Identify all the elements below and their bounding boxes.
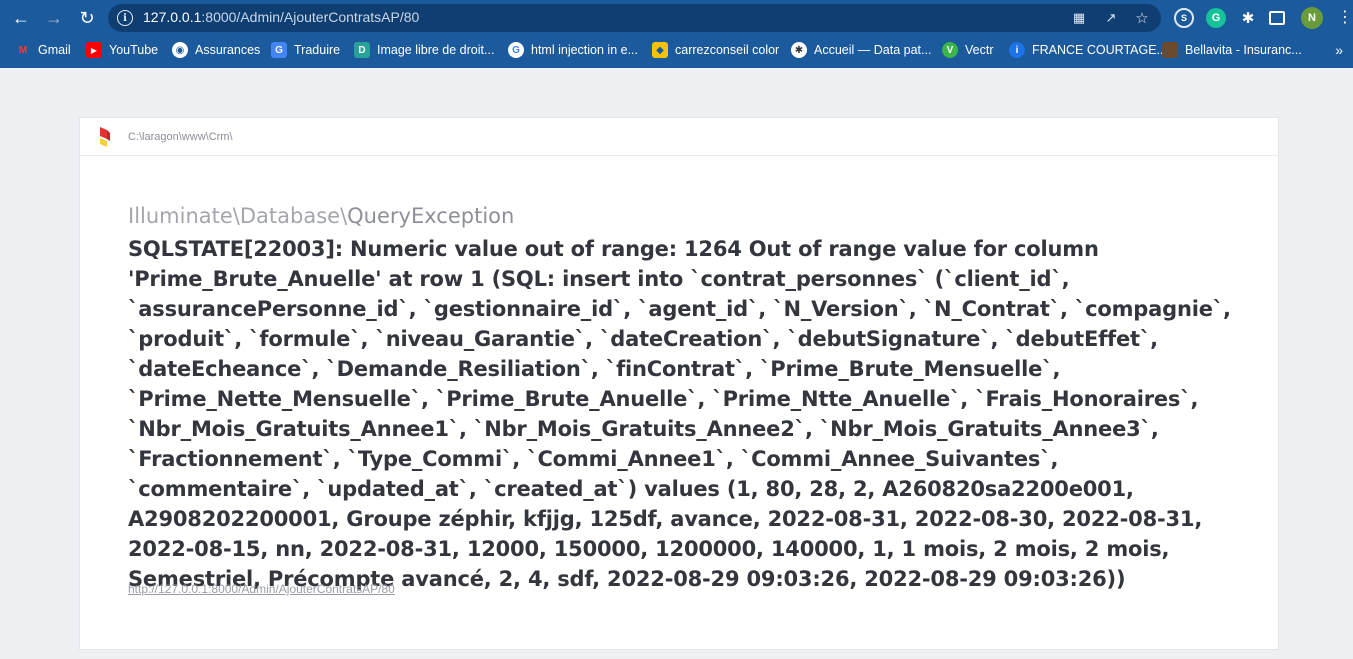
bookmark-bellavita[interactable]: Bellavita - Insuranc...: [1162, 36, 1302, 64]
data-icon: ✱: [791, 42, 807, 58]
bookmark-carrezconseil[interactable]: ◆ carrezconseil color: [652, 36, 779, 64]
shield-extension-icon[interactable]: S: [1174, 8, 1194, 28]
bookmark-traduire[interactable]: G Traduire: [271, 36, 340, 64]
extensions-puzzle-icon[interactable]: ✱: [1238, 8, 1258, 28]
youtube-icon: ▶: [86, 42, 102, 58]
reload-icon[interactable]: ↻: [75, 6, 99, 30]
menu-kebab-icon[interactable]: ⋮: [1333, 6, 1353, 30]
bookmarks-bar: M Gmail ▶ YouTube ◉ Assurances G Traduire DI…: [0, 36, 1353, 68]
exception-namespace: Illuminate\Database\: [128, 204, 348, 228]
gmail-icon: M: [18, 44, 28, 56]
grammarly-icon[interactable]: G: [1206, 8, 1226, 28]
share-icon[interactable]: ↗: [1102, 9, 1120, 27]
error-card: C:\laragon\www\Crm\ Illuminate\Database\…: [79, 117, 1279, 650]
bookmark-image-libre[interactable]: D Image libre de droit...: [354, 36, 494, 64]
translate-icon: G: [271, 42, 287, 58]
bellavita-icon: [1162, 42, 1178, 58]
project-path: C:\laragon\www\Crm\: [128, 131, 233, 143]
bookmark-vectr[interactable]: V Vectr: [942, 36, 994, 64]
forward-arrow-icon[interactable]: →: [42, 6, 66, 30]
translate-page-icon[interactable]: ▦: [1070, 9, 1088, 27]
vectr-icon: V: [942, 42, 958, 58]
side-panel-icon[interactable]: [1269, 11, 1285, 25]
site-info-icon[interactable]: i: [117, 10, 133, 26]
bookmark-star-icon[interactable]: ☆: [1133, 9, 1151, 27]
browser-toolbar: ← → ↻ i 127.0.0.1:8000/Admin/AjouterCont…: [0, 0, 1353, 36]
request-url-link[interactable]: http://127.0.0.1:8000/Admin/AjouterContr…: [128, 582, 395, 596]
exception-name: QueryException: [347, 204, 515, 228]
bookmark-assurances[interactable]: ◉ Assurances: [172, 36, 260, 64]
bookmark-youtube[interactable]: ▶ YouTube: [86, 36, 158, 64]
globe-icon: ◉: [172, 42, 188, 58]
ignition-logo-icon: [100, 127, 110, 147]
profile-avatar[interactable]: N: [1301, 7, 1323, 29]
image-icon: D: [354, 42, 370, 58]
address-bar[interactable]: i 127.0.0.1:8000/Admin/AjouterContratsAP…: [108, 4, 1161, 32]
bookmark-gmail[interactable]: M Gmail: [15, 36, 71, 64]
exception-class: Illuminate\Database\QueryException: [128, 204, 514, 228]
bookmark-accueil-data[interactable]: ✱ Accueil — Data pat...: [791, 36, 931, 64]
bookmark-html-injection[interactable]: Ghtml injection in e...: [508, 36, 638, 64]
info-icon: i: [1009, 42, 1025, 58]
exception-message: SQLSTATE[22003]: Numeric value out of ra…: [128, 237, 1231, 591]
error-card-header: C:\laragon\www\Crm\: [80, 118, 1278, 156]
more-bookmarks-chevron-icon[interactable]: »: [1335, 42, 1343, 58]
bookmark-france-courtage[interactable]: i FRANCE COURTAGE...: [1009, 36, 1167, 64]
address-url[interactable]: 127.0.0.1:8000/Admin/AjouterContratsAP/8…: [143, 9, 419, 25]
palette-icon: ◆: [652, 42, 668, 58]
back-arrow-icon[interactable]: ←: [9, 6, 33, 30]
google-icon: G: [508, 42, 524, 58]
